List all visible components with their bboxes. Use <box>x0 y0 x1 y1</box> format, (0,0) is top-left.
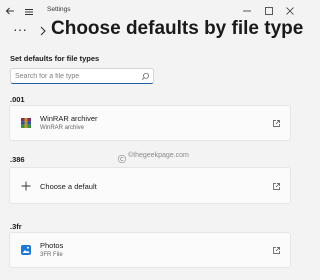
open-external-icon[interactable] <box>272 119 281 128</box>
chevron-right-icon <box>38 24 48 38</box>
close-icon[interactable] <box>283 4 297 18</box>
more-breadcrumb-button[interactable]: ··· <box>13 22 27 36</box>
page-title: Choose defaults by file type <box>51 18 304 39</box>
copyright-watermark-icon <box>117 151 127 164</box>
winrar-icon <box>20 117 32 129</box>
plus-icon <box>20 180 32 192</box>
file-type-description: WinRAR archive <box>40 125 85 131</box>
app-name: WinRAR archiver <box>40 114 98 123</box>
file-type-description: 3FR File <box>40 252 63 258</box>
watermark-text: ©thegeekpage.com <box>128 152 189 159</box>
open-external-icon[interactable] <box>272 182 281 191</box>
photos-icon <box>20 244 32 256</box>
open-external-icon[interactable] <box>272 246 281 255</box>
default-app-card[interactable]: Choose a default <box>9 167 291 204</box>
search-icon[interactable] <box>141 72 150 81</box>
search-field[interactable] <box>10 68 154 84</box>
app-name: Photos <box>40 241 64 250</box>
back-arrow-icon[interactable] <box>4 5 16 17</box>
extension-label: .001 <box>10 95 25 104</box>
maximize-icon[interactable] <box>262 4 276 18</box>
section-heading: Set defaults for file types <box>10 54 100 63</box>
app-name: Choose a default <box>40 182 97 191</box>
hamburger-menu-icon[interactable] <box>23 5 35 17</box>
extension-label: .3fr <box>10 222 22 231</box>
default-app-card[interactable]: Photos 3FR File <box>9 232 291 268</box>
app-title: Settings <box>47 6 71 13</box>
minimize-icon[interactable] <box>240 4 254 18</box>
extension-label: .386 <box>10 155 25 164</box>
search-input[interactable] <box>15 71 135 81</box>
default-app-card[interactable]: WinRAR archiver WinRAR archive <box>9 105 291 141</box>
